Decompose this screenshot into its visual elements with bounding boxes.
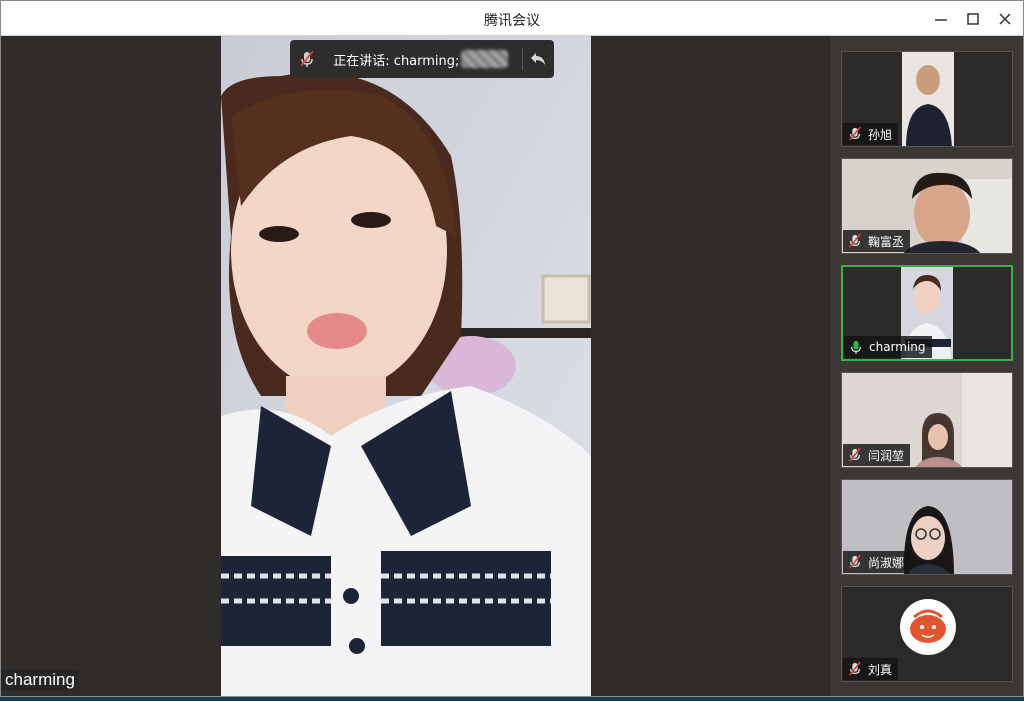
participant-label: 刘真	[843, 658, 899, 680]
maximize-icon	[967, 13, 979, 25]
desktop-taskbar-edge	[0, 697, 1024, 701]
active-mic-icon	[848, 339, 864, 355]
title-bar: 腾讯会议	[1, 1, 1023, 36]
maximize-button[interactable]	[959, 6, 987, 32]
muted-mic-icon	[847, 554, 863, 570]
speaker-video-image	[221, 36, 591, 696]
participant-tile[interactable]: 孙旭	[841, 51, 1013, 147]
participant-label: charming	[844, 336, 932, 358]
participant-name: 孙旭	[868, 127, 893, 142]
participant-name: 尚淑娜	[868, 555, 905, 570]
muted-mic-icon	[290, 40, 323, 78]
participant-label: 闫润堃	[843, 444, 911, 466]
speaking-indicator: 正在讲话: charming;	[290, 40, 554, 78]
muted-mic-icon	[847, 233, 863, 249]
muted-mic-icon	[847, 661, 863, 677]
close-button[interactable]	[991, 6, 1019, 32]
back-button[interactable]	[523, 40, 554, 78]
main-video-name: charming	[1, 669, 79, 691]
participant-label: 尚淑娜	[843, 551, 911, 573]
speaking-label: 正在讲话: charming;	[333, 53, 460, 69]
participant-tile[interactable]: 闫润堃	[841, 372, 1013, 468]
minimize-button[interactable]	[927, 6, 955, 32]
participant-label: 孙旭	[843, 123, 899, 145]
minimize-icon	[935, 19, 947, 21]
participant-label: 鞠富丞	[843, 230, 911, 252]
participant-name: 刘真	[868, 662, 893, 677]
main-stage: 正在讲话: charming; charming	[1, 36, 830, 696]
muted-mic-icon	[847, 126, 863, 142]
participant-sidebar: 孙旭 鞠富丞 charming 闫润堃 尚淑娜 刘真	[830, 36, 1023, 696]
close-icon	[999, 13, 1011, 25]
blurred-name	[461, 50, 508, 68]
participant-tile[interactable]: 尚淑娜	[841, 479, 1013, 575]
participant-name: 鞠富丞	[868, 234, 905, 249]
participant-tile[interactable]: 刘真	[841, 586, 1013, 682]
meeting-window: 腾讯会议 正在讲话: charming; charming 孙旭 鞠富丞 cha…	[0, 0, 1024, 697]
participant-tile-active[interactable]: charming	[841, 265, 1013, 361]
participant-tile[interactable]: 鞠富丞	[841, 158, 1013, 254]
main-video-feed[interactable]	[221, 36, 591, 696]
participant-name: charming	[869, 340, 926, 354]
window-title: 腾讯会议	[484, 13, 540, 29]
participant-name: 闫润堃	[868, 448, 905, 463]
muted-mic-icon	[847, 447, 863, 463]
back-arrow-icon	[531, 53, 546, 65]
